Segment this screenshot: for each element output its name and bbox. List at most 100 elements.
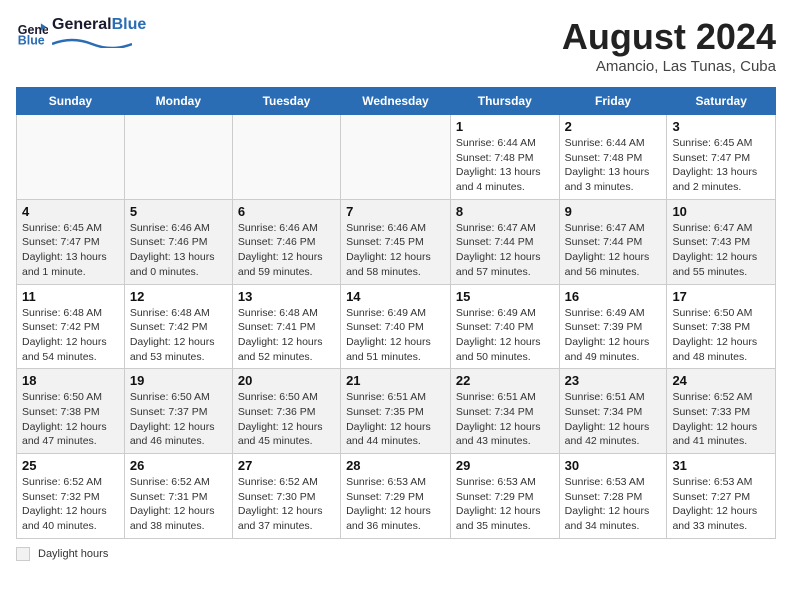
day-number: 12 — [130, 289, 227, 304]
day-info: Sunrise: 6:52 AM Sunset: 7:32 PM Dayligh… — [22, 475, 119, 534]
calendar-cell: 16 Sunrise: 6:49 AM Sunset: 7:39 PM Dayli… — [559, 284, 667, 369]
calendar-cell: 29Sunrise: 6:53 AM Sunset: 7:29 PM Dayli… — [450, 454, 559, 539]
month-title: August 2024 — [562, 16, 776, 58]
calendar-cell: 2Sunrise: 6:44 AM Sunset: 7:48 PM Daylig… — [559, 115, 667, 200]
col-header-sunday: Sunday — [17, 88, 125, 115]
legend-label: Daylight hours — [38, 548, 108, 560]
calendar-cell: 15 Sunrise: 6:49 AM Sunset: 7:40 PM Dayli… — [450, 284, 559, 369]
calendar-cell — [341, 115, 451, 200]
day-info: Sunrise: 6:49 AM Sunset: 7:40 PM Dayligh… — [456, 306, 554, 365]
location-title: Amancio, Las Tunas, Cuba — [562, 58, 776, 75]
day-info: Sunrise: 6:51 AM Sunset: 7:34 PM Dayligh… — [565, 390, 662, 449]
day-info: Sunrise: 6:45 AM Sunset: 7:47 PM Dayligh… — [22, 221, 119, 280]
calendar-cell: 26 Sunrise: 6:52 AM Sunset: 7:31 PM Dayli… — [124, 454, 232, 539]
day-number: 16 — [565, 289, 662, 304]
day-number: 27 — [238, 458, 335, 473]
header-row: SundayMondayTuesdayWednesdayThursdayFrid… — [17, 88, 776, 115]
calendar-cell: 20 Sunrise: 6:50 AM Sunset: 7:36 PM Dayli… — [232, 369, 340, 454]
calendar-cell: 4 Sunrise: 6:45 AM Sunset: 7:47 PM Daylig… — [17, 199, 125, 284]
day-info: Sunrise: 6:48 AM Sunset: 7:42 PM Dayligh… — [22, 306, 119, 365]
day-number: 13 — [238, 289, 335, 304]
calendar-cell: 30Sunrise: 6:53 AM Sunset: 7:28 PM Dayli… — [559, 454, 667, 539]
col-header-wednesday: Wednesday — [341, 88, 451, 115]
calendar-cell: 25 Sunrise: 6:52 AM Sunset: 7:32 PM Dayli… — [17, 454, 125, 539]
calendar-cell: 17 Sunrise: 6:50 AM Sunset: 7:38 PM Dayli… — [667, 284, 776, 369]
week-row-1: 4 Sunrise: 6:45 AM Sunset: 7:47 PM Daylig… — [17, 199, 776, 284]
day-number: 17 — [672, 289, 770, 304]
day-number: 15 — [456, 289, 554, 304]
day-info: Sunrise: 6:52 AM Sunset: 7:31 PM Dayligh… — [130, 475, 227, 534]
day-info: Sunrise: 6:44 AM Sunset: 7:48 PM Dayligh… — [456, 136, 554, 195]
calendar-cell: 28 Sunrise: 6:53 AM Sunset: 7:29 PM Dayli… — [341, 454, 451, 539]
svg-text:Blue: Blue — [18, 34, 45, 48]
calendar-cell — [124, 115, 232, 200]
week-row-3: 18 Sunrise: 6:50 AM Sunset: 7:38 PM Dayli… — [17, 369, 776, 454]
day-info: Sunrise: 6:48 AM Sunset: 7:41 PM Dayligh… — [238, 306, 335, 365]
day-info: Sunrise: 6:48 AM Sunset: 7:42 PM Dayligh… — [130, 306, 227, 365]
day-info: Sunrise: 6:46 AM Sunset: 7:46 PM Dayligh… — [130, 221, 227, 280]
day-number: 8 — [456, 204, 554, 219]
week-row-2: 11 Sunrise: 6:48 AM Sunset: 7:42 PM Dayli… — [17, 284, 776, 369]
day-info: Sunrise: 6:47 AM Sunset: 7:44 PM Dayligh… — [565, 221, 662, 280]
calendar-cell: 27 Sunrise: 6:52 AM Sunset: 7:30 PM Dayli… — [232, 454, 340, 539]
day-number: 2 — [565, 119, 662, 134]
calendar-cell: 19 Sunrise: 6:50 AM Sunset: 7:37 PM Dayli… — [124, 369, 232, 454]
day-info: Sunrise: 6:49 AM Sunset: 7:40 PM Dayligh… — [346, 306, 445, 365]
day-info: Sunrise: 6:49 AM Sunset: 7:39 PM Dayligh… — [565, 306, 662, 365]
logo: General Blue GeneralBlue — [16, 16, 146, 53]
day-number: 25 — [22, 458, 119, 473]
title-area: August 2024 Amancio, Las Tunas, Cuba — [562, 16, 776, 75]
day-number: 3 — [672, 119, 770, 134]
day-number: 11 — [22, 289, 119, 304]
day-info: Sunrise: 6:50 AM Sunset: 7:38 PM Dayligh… — [22, 390, 119, 449]
day-number: 26 — [130, 458, 227, 473]
calendar-cell: 12 Sunrise: 6:48 AM Sunset: 7:42 PM Dayli… — [124, 284, 232, 369]
logo-blue: Blue — [112, 16, 147, 33]
logo-icon: General Blue — [16, 18, 48, 50]
day-number: 4 — [22, 204, 119, 219]
day-info: Sunrise: 6:51 AM Sunset: 7:35 PM Dayligh… — [346, 390, 445, 449]
calendar-cell: 21Sunrise: 6:51 AM Sunset: 7:35 PM Dayli… — [341, 369, 451, 454]
day-number: 23 — [565, 373, 662, 388]
day-info: Sunrise: 6:50 AM Sunset: 7:36 PM Dayligh… — [238, 390, 335, 449]
logo-general: General — [52, 16, 112, 33]
calendar-cell: 8 Sunrise: 6:47 AM Sunset: 7:44 PM Daylig… — [450, 199, 559, 284]
day-number: 20 — [238, 373, 335, 388]
day-info: Sunrise: 6:47 AM Sunset: 7:44 PM Dayligh… — [456, 221, 554, 280]
col-header-tuesday: Tuesday — [232, 88, 340, 115]
day-info: Sunrise: 6:53 AM Sunset: 7:29 PM Dayligh… — [346, 475, 445, 534]
day-number: 6 — [238, 204, 335, 219]
day-number: 9 — [565, 204, 662, 219]
calendar-cell: 6 Sunrise: 6:46 AM Sunset: 7:46 PM Daylig… — [232, 199, 340, 284]
day-number: 28 — [346, 458, 445, 473]
day-number: 18 — [22, 373, 119, 388]
day-number: 19 — [130, 373, 227, 388]
calendar-cell: 1Sunrise: 6:44 AM Sunset: 7:48 PM Daylig… — [450, 115, 559, 200]
col-header-friday: Friday — [559, 88, 667, 115]
day-info: Sunrise: 6:46 AM Sunset: 7:46 PM Dayligh… — [238, 221, 335, 280]
col-header-monday: Monday — [124, 88, 232, 115]
calendar-cell: 22 Sunrise: 6:51 AM Sunset: 7:34 PM Dayli… — [450, 369, 559, 454]
day-number: 10 — [672, 204, 770, 219]
day-number: 24 — [672, 373, 770, 388]
day-info: Sunrise: 6:53 AM Sunset: 7:27 PM Dayligh… — [672, 475, 770, 534]
calendar-cell: 18 Sunrise: 6:50 AM Sunset: 7:38 PM Dayli… — [17, 369, 125, 454]
calendar-cell: 9 Sunrise: 6:47 AM Sunset: 7:44 PM Daylig… — [559, 199, 667, 284]
calendar-cell: 23 Sunrise: 6:51 AM Sunset: 7:34 PM Dayli… — [559, 369, 667, 454]
day-info: Sunrise: 6:53 AM Sunset: 7:29 PM Dayligh… — [456, 475, 554, 534]
day-info: Sunrise: 6:51 AM Sunset: 7:34 PM Dayligh… — [456, 390, 554, 449]
day-info: Sunrise: 6:50 AM Sunset: 7:38 PM Dayligh… — [672, 306, 770, 365]
day-info: Sunrise: 6:45 AM Sunset: 7:47 PM Dayligh… — [672, 136, 770, 195]
day-number: 22 — [456, 373, 554, 388]
calendar-cell: 31Sunrise: 6:53 AM Sunset: 7:27 PM Dayli… — [667, 454, 776, 539]
week-row-0: 1Sunrise: 6:44 AM Sunset: 7:48 PM Daylig… — [17, 115, 776, 200]
calendar-cell: 10Sunrise: 6:47 AM Sunset: 7:43 PM Dayli… — [667, 199, 776, 284]
calendar-cell: 7Sunrise: 6:46 AM Sunset: 7:45 PM Daylig… — [341, 199, 451, 284]
day-number: 7 — [346, 204, 445, 219]
calendar-cell: 14Sunrise: 6:49 AM Sunset: 7:40 PM Dayli… — [341, 284, 451, 369]
calendar-cell: 24Sunrise: 6:52 AM Sunset: 7:33 PM Dayli… — [667, 369, 776, 454]
day-info: Sunrise: 6:52 AM Sunset: 7:30 PM Dayligh… — [238, 475, 335, 534]
day-info: Sunrise: 6:50 AM Sunset: 7:37 PM Dayligh… — [130, 390, 227, 449]
logo-wave — [52, 34, 132, 48]
calendar-cell: 13 Sunrise: 6:48 AM Sunset: 7:41 PM Dayli… — [232, 284, 340, 369]
